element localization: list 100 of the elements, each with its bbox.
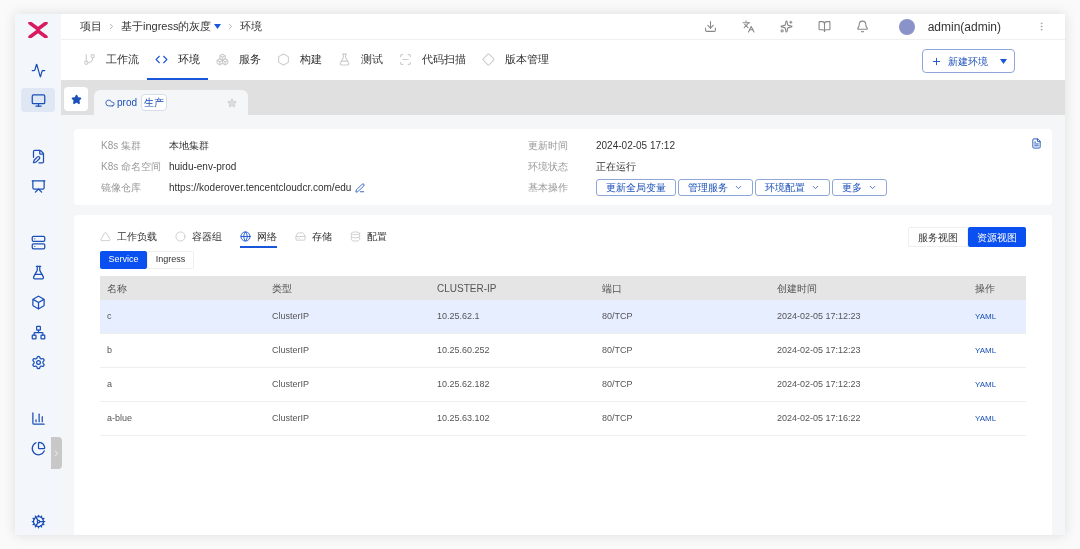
info-label: 镜像仓库: [101, 181, 142, 195]
info-value: huidu-env-prod: [169, 160, 237, 174]
resource-tab[interactable]: 存储: [295, 226, 332, 248]
sparkle-icon[interactable]: [779, 20, 793, 33]
nav-tab[interactable]: 版本管理: [474, 40, 557, 80]
table-cell-text: 80/TCP: [602, 377, 634, 391]
info-label: K8s 集群: [101, 139, 142, 153]
column-header: 端口: [602, 281, 623, 296]
yaml-link[interactable]: YAML: [975, 344, 997, 357]
edit-icon: [30, 148, 46, 164]
activity-icon: [30, 62, 46, 78]
resource-tab[interactable]: 工作负载: [100, 226, 157, 248]
resource-tab[interactable]: 容器组: [175, 226, 222, 248]
info-value: 本地集群: [169, 139, 209, 153]
environment-name: prod: [117, 96, 137, 110]
yaml-link[interactable]: YAML: [975, 412, 997, 425]
table-cell-text: ClusterIP: [272, 343, 310, 357]
collapse-handle[interactable]: [51, 437, 62, 469]
nav-tab[interactable]: 代码扫描: [391, 40, 474, 80]
database-icon: [350, 230, 361, 242]
dropdown-caret-icon: [999, 58, 1007, 64]
resource-tab[interactable]: 配置: [350, 226, 387, 248]
view-toggle-button[interactable]: 资源视图: [968, 227, 1026, 247]
dropdown-caret-icon: [214, 24, 222, 29]
table-cell-text: ClusterIP: [272, 309, 310, 323]
table-cell-text: 80/TCP: [602, 343, 634, 357]
info-label: 更新时间: [528, 139, 569, 153]
yaml-link[interactable]: YAML: [975, 310, 997, 323]
flask-icon: [30, 264, 46, 280]
column-header: CLUSTER-IP: [437, 281, 498, 296]
table-row[interactable]: c ClusterIP 10.25.62.1 80/TCP 2024-02-05 17:12:23 YAML: [100, 300, 1026, 334]
chart-icon: [30, 410, 46, 426]
nav-tab[interactable]: 工作流: [75, 40, 147, 80]
server-icon: [30, 234, 46, 250]
table-cell-text: a-blue: [107, 411, 134, 425]
hexagon-icon: [277, 52, 290, 66]
operation-button[interactable]: 环境配置: [755, 179, 830, 196]
table-cell-text: 2024-02-05 17:12:23: [777, 377, 862, 391]
user-name[interactable]: admin(admin): [927, 17, 1001, 36]
nav-tab[interactable]: 测试: [330, 40, 391, 80]
cloud-icon: [105, 97, 115, 108]
star-icon: [70, 93, 82, 105]
scan-icon: [399, 52, 412, 66]
operation-button[interactable]: 更新全局变量: [596, 179, 676, 196]
workflow-icon: [83, 52, 96, 66]
environment-tab[interactable]: prod 生产: [94, 90, 248, 115]
table-cell-text: b: [107, 343, 113, 357]
table-cell-text: ClusterIP: [272, 377, 310, 391]
presentation-icon: [30, 178, 46, 194]
segment-button[interactable]: Ingress: [147, 251, 194, 269]
avatar[interactable]: [898, 18, 915, 35]
table-cell-text: 2024-02-05 17:12:23: [777, 309, 862, 323]
triangle-icon: [100, 230, 111, 242]
favorites-button[interactable]: [64, 87, 88, 111]
segment-button[interactable]: Service: [100, 251, 147, 269]
translate-icon[interactable]: [741, 20, 755, 33]
table-cell-text: 10.25.62.182: [437, 377, 491, 391]
table-cell-text: a: [107, 377, 113, 391]
sidebar-item[interactable]: [21, 88, 55, 112]
edit-icon[interactable]: [355, 182, 366, 193]
new-environment-button[interactable]: 新建环境: [922, 49, 1015, 73]
info-label: 环境状态: [528, 160, 569, 174]
breadcrumb-link[interactable]: 项目: [80, 18, 102, 35]
settings-icon[interactable]: [30, 514, 46, 529]
table-cell-text: 10.25.62.1: [437, 309, 481, 323]
download-icon[interactable]: [703, 20, 717, 33]
network-icon: [30, 324, 46, 340]
breadcrumb-link[interactable]: 基于ingress的灰度: [121, 18, 222, 35]
info-value: 正在运行: [596, 160, 636, 174]
table-cell-text: 2024-02-05 17:16:22: [777, 411, 862, 425]
star-icon[interactable]: [227, 97, 237, 108]
table-cell-text: c: [107, 309, 113, 323]
bell-icon[interactable]: [855, 20, 869, 33]
breadcrumb-link[interactable]: 环境: [240, 18, 263, 35]
table-cell-text: 10.25.63.102: [437, 411, 491, 425]
column-header: 名称: [107, 281, 128, 296]
view-toggle-button[interactable]: 服务视图: [908, 227, 968, 247]
box-icon: [30, 294, 46, 310]
info-value: 2024-02-05 17:12: [596, 139, 675, 153]
operation-button[interactable]: 更多: [832, 179, 887, 196]
table-cell-text: 80/TCP: [602, 411, 634, 425]
pie-chart-icon: [30, 440, 46, 456]
chevron-down-icon: [868, 183, 877, 192]
nav-tab[interactable]: 服务: [208, 40, 269, 80]
book-icon[interactable]: [817, 20, 831, 33]
nav-tab[interactable]: 构建: [269, 40, 330, 80]
settings-icon: [30, 354, 46, 370]
operation-button[interactable]: 管理服务: [678, 179, 753, 196]
table-cell-text: ClusterIP: [272, 411, 310, 425]
globe-icon: [240, 230, 251, 242]
chevron-right-icon: [52, 448, 61, 458]
logo-icon: [28, 22, 48, 38]
table-cell-text: 10.25.60.252: [437, 343, 491, 357]
separator-icon: [107, 22, 116, 31]
info-label: 基本操作: [528, 181, 569, 195]
resource-tab[interactable]: 网络: [240, 226, 277, 248]
yaml-link[interactable]: YAML: [975, 378, 997, 391]
info-label: K8s 命名空间: [101, 160, 162, 174]
document-icon[interactable]: [1031, 138, 1042, 149]
column-header: 类型: [272, 281, 293, 296]
